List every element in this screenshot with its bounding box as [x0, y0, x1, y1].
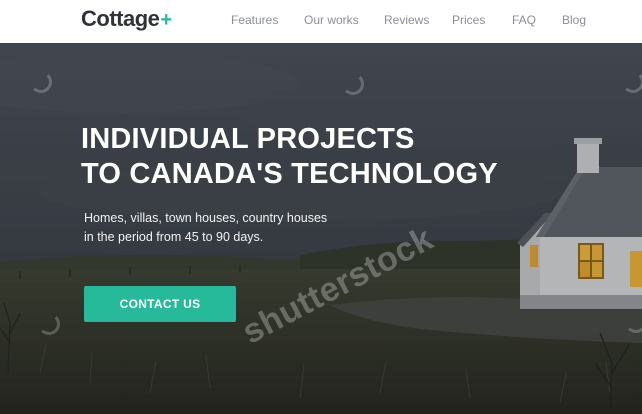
- hero-headline: INDIVIDUAL PROJECTS TO CANADA'S TECHNOLO…: [81, 122, 498, 192]
- nav-reviews[interactable]: Reviews: [384, 13, 429, 27]
- hero-headline-line-2: TO CANADA'S TECHNOLOGY: [81, 158, 498, 190]
- nav-our-works[interactable]: Our works: [304, 13, 359, 27]
- nav-blog[interactable]: Blog: [562, 13, 586, 27]
- hero-subtext-line-1: Homes, villas, town houses, country hous…: [84, 211, 328, 225]
- watermark-mark-icon: [38, 313, 60, 335]
- contact-us-button[interactable]: CONTACT US: [84, 286, 236, 322]
- watermark-mark-icon: [342, 73, 364, 95]
- nav-faq[interactable]: FAQ: [512, 13, 536, 27]
- nav-prices[interactable]: Prices: [452, 13, 485, 27]
- watermark-mark-icon: [622, 71, 642, 93]
- hero-subtext-line-2: in the period from 45 to 90 days.: [84, 230, 264, 244]
- hero-section: INDIVIDUAL PROJECTS TO CANADA'S TECHNOLO…: [0, 43, 642, 414]
- landing-page: Cottage+ Features Our works Reviews Pric…: [0, 0, 642, 414]
- watermark-mark-icon: [30, 71, 52, 93]
- site-header: Cottage+ Features Our works Reviews Pric…: [0, 0, 642, 43]
- hero-headline-line-1: INDIVIDUAL PROJECTS: [81, 123, 415, 155]
- main-nav: Features Our works Reviews Prices FAQ Bl…: [0, 13, 642, 29]
- watermark-mark-icon: [625, 311, 642, 333]
- nav-features[interactable]: Features: [231, 13, 278, 27]
- hero-subtext: Homes, villas, town houses, country hous…: [84, 209, 327, 247]
